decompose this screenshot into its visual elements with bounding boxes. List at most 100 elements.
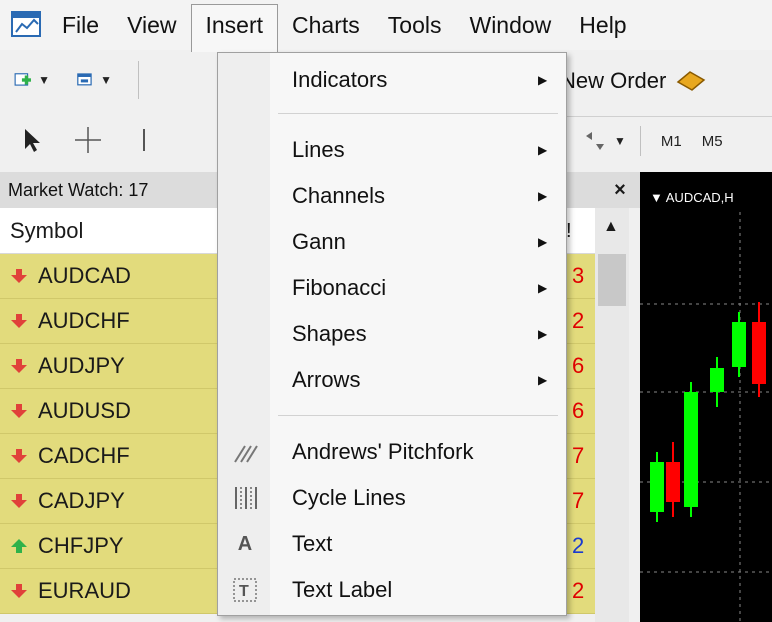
new-order-icon — [677, 71, 706, 91]
menu-view[interactable]: View — [113, 4, 190, 46]
timeframe-m1[interactable]: M1 — [661, 133, 682, 150]
menu-charts[interactable]: Charts — [278, 4, 374, 46]
vertical-line-icon — [143, 129, 145, 151]
menu-insert[interactable]: Insert — [190, 4, 279, 52]
symbol-name: EURAUD — [38, 578, 131, 603]
submenu-arrow-icon: ▶ — [538, 373, 548, 387]
symbol-name: AUDCHF — [38, 308, 130, 333]
timeframes-toolbar: ▼ M1 M5 — [582, 116, 723, 166]
menu-tools[interactable]: Tools — [374, 4, 456, 46]
symbol-name: AUDUSD — [38, 398, 131, 423]
chevron-down-icon: ▼ — [38, 73, 50, 87]
symbol-name: CHFJPY — [38, 533, 124, 558]
menu-item-text[interactable]: A Text — [218, 521, 566, 567]
menu-item-label: Indicators — [292, 67, 388, 92]
menu-item-label: Cycle Lines — [292, 485, 406, 510]
arrow-down-icon — [11, 314, 27, 328]
menu-item-gann[interactable]: Gann ▶ — [218, 219, 566, 265]
new-chart-icon — [14, 73, 31, 86]
menu-item-label: Shapes — [292, 321, 367, 346]
menu-window[interactable]: Window — [455, 4, 565, 46]
app-icon[interactable] — [10, 8, 44, 42]
arrow-down-icon — [11, 494, 27, 508]
menu-item-lines[interactable]: Lines ▶ — [218, 127, 566, 173]
insert-menu: Indicators ▶ Lines ▶ Channels ▶ Gann ▶ Fibonacci… — [217, 52, 567, 616]
submenu-arrow-icon: ▶ — [538, 143, 548, 157]
price-tail: 2 — [572, 533, 585, 558]
price-tail: 3 — [572, 263, 585, 288]
chart-symbol-label: AUDCAD,H — [665, 190, 734, 205]
menu-bar: File View Insert Charts Tools Window Hel… — [0, 0, 772, 52]
close-icon[interactable]: × — [600, 172, 640, 208]
price-tail: 2 — [572, 308, 585, 333]
arrow-down-icon — [11, 359, 27, 373]
toolbar-separator — [138, 61, 139, 99]
menu-item-label: Fibonacci — [292, 275, 387, 300]
chart-window[interactable]: ▼ AUDCAD,H — [640, 172, 772, 622]
text-label-icon: T — [230, 575, 260, 605]
menu-separator — [278, 415, 558, 416]
symbol-name: CADCHF — [38, 443, 130, 468]
chart-title: ▼ AUDCAD,H — [650, 190, 734, 205]
cycle-lines-icon — [230, 483, 260, 513]
submenu-arrow-icon: ▶ — [538, 281, 548, 295]
scrollbar[interactable]: ▲ — [595, 208, 629, 622]
menu-item-channels[interactable]: Channels ▶ — [218, 173, 566, 219]
cursor-button[interactable] — [14, 122, 50, 158]
profiles-icon — [77, 73, 92, 86]
candle-body — [650, 462, 664, 512]
menu-item-andrews-pitchfork[interactable]: Andrews' Pitchfork — [218, 429, 566, 475]
cursor-icon — [25, 129, 40, 152]
menu-item-label: Lines — [292, 137, 345, 162]
price-tail: 2 — [572, 578, 585, 603]
new-order-label: New Order — [560, 68, 667, 93]
chevron-down-icon: ▼ — [100, 73, 112, 87]
candle-body — [710, 368, 724, 392]
vertical-line-button[interactable] — [126, 122, 162, 158]
arrow-down-icon — [11, 584, 27, 598]
menu-item-label: Text Label — [292, 577, 393, 602]
scroll-up-icon[interactable]: ▲ — [603, 218, 619, 236]
svg-text:T: T — [239, 583, 249, 600]
crosshair-button[interactable] — [70, 122, 106, 158]
menu-item-label: Arrows — [292, 367, 361, 392]
submenu-arrow-icon: ▶ — [538, 73, 548, 87]
price-tail: 7 — [572, 443, 585, 468]
symbol-name: AUDCAD — [38, 263, 131, 288]
symbol-name: AUDJPY — [38, 353, 125, 378]
menu-item-shapes[interactable]: Shapes ▶ — [218, 311, 566, 357]
new-order-button[interactable]: New Order — [560, 56, 706, 106]
line-studies-toolbar — [0, 112, 230, 168]
new-chart-button[interactable]: ▼ — [14, 62, 50, 98]
menu-item-label: Andrews' Pitchfork — [292, 439, 474, 464]
candle-body — [684, 392, 698, 507]
menu-item-cycle-lines[interactable]: Cycle Lines — [218, 475, 566, 521]
candle-body — [732, 322, 746, 367]
menu-file[interactable]: File — [48, 4, 113, 46]
arrow-down-icon — [11, 449, 27, 463]
menu-item-arrows[interactable]: Arrows ▶ — [218, 357, 566, 403]
arrows-tool-icon[interactable] — [582, 130, 608, 152]
menu-item-text-label[interactable]: T Text Label — [218, 567, 566, 613]
symbol-name: CADJPY — [38, 488, 125, 513]
scrollbar-thumb[interactable] — [598, 254, 626, 306]
menu-help[interactable]: Help — [565, 4, 640, 46]
chevron-down-icon[interactable]: ▼ — [614, 134, 626, 148]
candle-body — [666, 462, 680, 502]
price-tail: 6 — [572, 398, 585, 423]
menu-item-label: Gann — [292, 229, 346, 254]
standard-toolbar: ▼ ▼ — [0, 52, 230, 108]
profiles-button[interactable]: ▼ — [76, 62, 112, 98]
timeframe-m5[interactable]: M5 — [702, 133, 723, 150]
submenu-arrow-icon: ▶ — [538, 327, 548, 341]
text-icon: A — [237, 532, 253, 555]
menu-item-fibonacci[interactable]: Fibonacci ▶ — [218, 265, 566, 311]
arrow-down-icon — [11, 404, 27, 418]
crosshair-icon — [75, 127, 101, 153]
toolbar-separator — [639, 126, 641, 156]
candle-body — [752, 322, 766, 384]
menu-item-indicators[interactable]: Indicators ▶ — [218, 57, 566, 103]
chart-canvas — [640, 212, 772, 622]
arrow-up-icon — [11, 539, 27, 553]
menu-separator — [278, 113, 558, 114]
